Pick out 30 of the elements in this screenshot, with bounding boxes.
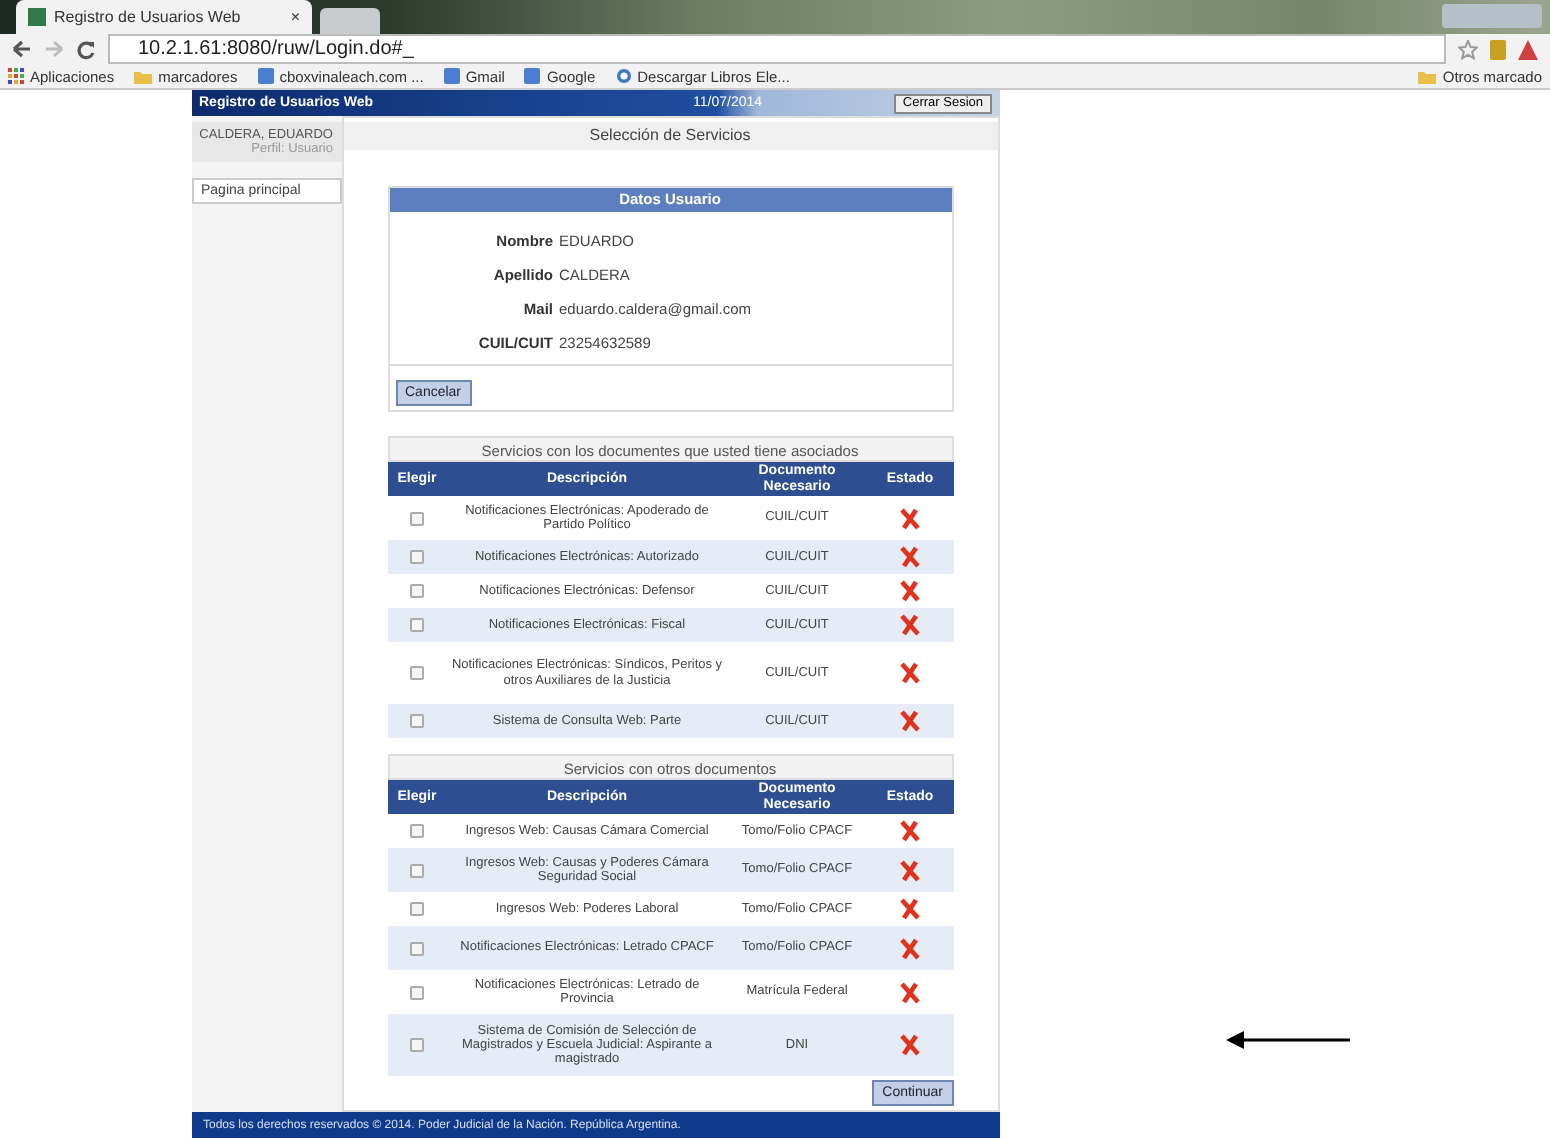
folder-icon <box>1418 69 1437 83</box>
reload-icon[interactable] <box>76 39 96 59</box>
checkbox[interactable] <box>410 618 424 632</box>
checkbox[interactable] <box>410 824 424 838</box>
checkbox[interactable] <box>410 584 424 598</box>
page-icon <box>28 8 46 26</box>
page-icon <box>443 68 460 84</box>
checkbox[interactable] <box>410 902 424 916</box>
tab-title: Registro de Usuarios Web <box>54 8 241 26</box>
checkbox[interactable] <box>410 985 424 999</box>
back-icon[interactable] <box>12 40 32 58</box>
browser-tab[interactable]: Registro de Usuarios Web × <box>16 0 312 34</box>
page-icon <box>524 68 541 84</box>
star-icon[interactable] <box>1458 39 1478 59</box>
checkbox[interactable] <box>410 666 424 680</box>
checkbox[interactable] <box>410 941 424 955</box>
checkbox[interactable] <box>410 863 424 877</box>
globe-icon <box>615 68 632 84</box>
address-field[interactable]: 10.2.1.61:8080/ruw/Login.do#_ <box>108 34 1446 64</box>
arrow-icon <box>1226 1028 1354 1052</box>
checkbox[interactable] <box>410 1038 424 1052</box>
page-title: Selección de Servicios <box>343 122 997 150</box>
checkbox[interactable] <box>410 714 424 728</box>
checkbox[interactable] <box>410 511 424 525</box>
page-icon <box>257 68 274 84</box>
forward-icon[interactable] <box>44 40 64 58</box>
folder-icon <box>134 69 153 83</box>
checkbox[interactable] <box>410 550 424 564</box>
close-icon[interactable]: × <box>290 8 300 26</box>
apps-icon <box>8 68 24 84</box>
